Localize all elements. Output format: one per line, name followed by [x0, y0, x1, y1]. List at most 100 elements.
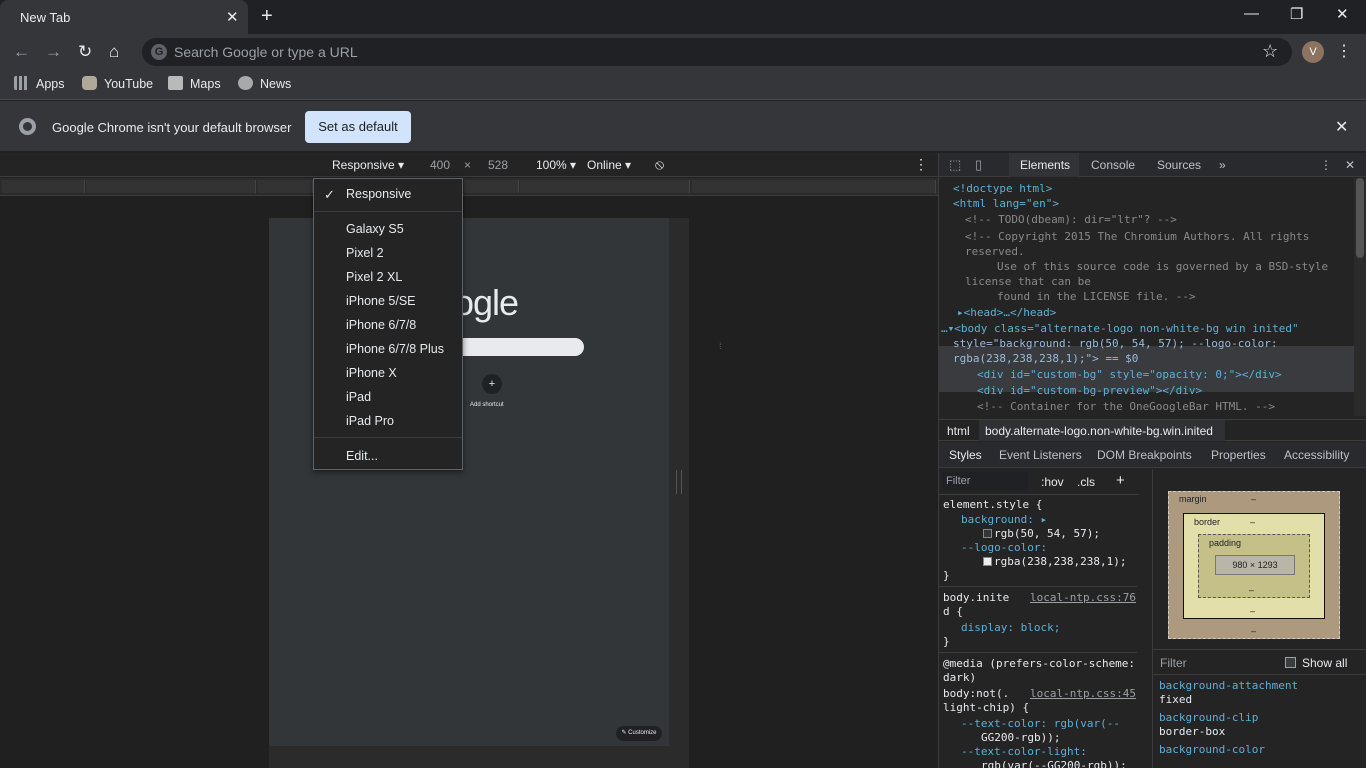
dom-line[interactable]: <!-- Copyright 2015 The Chromium Authors…: [965, 229, 1309, 244]
ruler-segment[interactable]: [86, 180, 256, 193]
dropdown-item-device[interactable]: iPad: [346, 390, 371, 404]
add-rule-icon[interactable]: +: [1116, 472, 1125, 489]
minimize-icon[interactable]: —: [1244, 5, 1259, 22]
stylesheet-link[interactable]: local-ntp.css:45: [1030, 687, 1136, 701]
box-model-margin[interactable]: margin – – border – – padding – 980 × 12…: [1168, 491, 1340, 639]
tab-close-icon[interactable]: ✕: [226, 8, 239, 26]
device-more-icon[interactable]: ⋮: [914, 156, 928, 173]
omnibox[interactable]: G Search Google or type a URL ☆: [142, 38, 1292, 66]
chrome-menu-icon[interactable]: ⋮: [1336, 41, 1352, 61]
ruler-segment[interactable]: [2, 180, 85, 193]
tab-event-listeners[interactable]: Event Listeners: [999, 448, 1082, 462]
dom-line[interactable]: <div id="custom-bg" style="opacity: 0;">…: [977, 367, 1282, 382]
zoom-select[interactable]: 100% ▾: [536, 158, 576, 172]
style-value[interactable]: rgb(50, 54, 57);: [983, 527, 1100, 541]
resize-handle[interactable]: [676, 470, 682, 494]
style-property[interactable]: --logo-color:: [961, 541, 1047, 555]
forward-icon[interactable]: →: [45, 42, 62, 62]
style-property[interactable]: background: ▸: [961, 513, 1047, 527]
dom-line-selected[interactable]: …▾<body class="alternate-logo non-white-…: [941, 321, 1299, 336]
style-property[interactable]: display: block;: [961, 621, 1060, 635]
dom-line[interactable]: <!doctype html>: [953, 181, 1052, 196]
dom-line[interactable]: <!-- Container for the OneGoogleBar HTML…: [977, 399, 1275, 414]
throttle-select[interactable]: Online ▾: [587, 158, 631, 172]
crumb-body[interactable]: body.alternate-logo.non-white-bg.win.ini…: [985, 424, 1213, 438]
style-property[interactable]: --text-color: rgb(var(--: [961, 717, 1120, 731]
hov-toggle[interactable]: :hov: [1041, 475, 1064, 489]
dom-line[interactable]: reserved.: [965, 244, 1025, 259]
dom-line[interactable]: <div id="custom-bg-preview"></div>: [977, 383, 1202, 398]
box-model-border[interactable]: border – – padding – 980 × 1293: [1183, 513, 1325, 619]
new-tab-button[interactable]: +: [261, 5, 273, 28]
dropdown-item-edit[interactable]: Edit...: [346, 449, 378, 463]
style-value[interactable]: rgba(238,238,238,1);: [983, 555, 1126, 569]
infobar-close-icon[interactable]: ✕: [1335, 117, 1348, 137]
dropdown-item-device[interactable]: iPhone 6/7/8 Plus: [346, 342, 444, 356]
mic-icon[interactable]: ⁞: [719, 341, 722, 351]
dropdown-item-device[interactable]: iPhone 6/7/8: [346, 318, 416, 332]
device-resize-bottom[interactable]: [269, 746, 689, 768]
bookmark-star-icon[interactable]: ☆: [1262, 41, 1278, 62]
ruler-segment[interactable]: [520, 180, 690, 193]
tab-elements[interactable]: Elements: [1020, 158, 1070, 172]
bookmark-apps[interactable]: Apps: [14, 76, 65, 91]
add-shortcut-icon[interactable]: +: [482, 374, 502, 394]
back-icon[interactable]: ←: [13, 42, 30, 62]
device-select[interactable]: Responsive ▾: [332, 158, 404, 172]
more-tabs-icon[interactable]: »: [1219, 158, 1226, 172]
window-close-icon[interactable]: ✕: [1336, 5, 1349, 23]
cls-toggle[interactable]: .cls: [1077, 475, 1095, 489]
dropdown-item-responsive[interactable]: Responsive: [346, 187, 411, 201]
ruler-segment[interactable]: [464, 180, 519, 193]
ruler-segment[interactable]: [258, 180, 313, 193]
home-icon[interactable]: ⌂: [109, 42, 119, 62]
tab-properties[interactable]: Properties: [1211, 448, 1266, 462]
color-swatch[interactable]: [983, 529, 992, 538]
bookmark-maps[interactable]: Maps: [168, 76, 221, 91]
dom-tree[interactable]: <!doctype html> <html lang="en"> <!-- TO…: [939, 178, 1366, 418]
devtools-close-icon[interactable]: ✕: [1345, 158, 1355, 172]
show-all-checkbox[interactable]: [1285, 657, 1296, 668]
tab-accessibility[interactable]: Accessibility: [1284, 448, 1349, 462]
reload-icon[interactable]: ↻: [78, 42, 92, 62]
tab-styles[interactable]: Styles: [949, 448, 982, 462]
height-input[interactable]: 528: [488, 158, 508, 172]
avatar[interactable]: V: [1302, 41, 1324, 63]
tab-console[interactable]: Console: [1091, 158, 1135, 172]
dropdown-item-device[interactable]: Galaxy S5: [346, 222, 404, 236]
styles-filter-input[interactable]: Filter: [942, 472, 1028, 491]
dropdown-item-device[interactable]: iPad Pro: [346, 414, 394, 428]
device-toggle-icon[interactable]: ▯: [975, 157, 982, 173]
tab-new-tab[interactable]: New Tab ✕: [0, 0, 248, 34]
dom-line[interactable]: license that can be: [965, 274, 1091, 289]
computed-property[interactable]: background-color: [1159, 743, 1265, 757]
dropdown-item-device[interactable]: Pixel 2 XL: [346, 270, 402, 284]
media-query-ruler[interactable]: [0, 178, 938, 196]
dom-line[interactable]: <html lang="en">: [953, 196, 1059, 211]
devtools-menu-icon[interactable]: ⋮: [1320, 158, 1332, 172]
bookmark-news[interactable]: News: [238, 76, 291, 91]
style-value[interactable]: GG200-rgb));: [981, 731, 1060, 745]
box-model-padding[interactable]: padding – 980 × 1293: [1198, 534, 1310, 598]
restore-icon[interactable]: ❐: [1290, 5, 1303, 23]
crumb-html[interactable]: html: [947, 424, 970, 438]
tab-dom-breakpoints[interactable]: DOM Breakpoints: [1097, 448, 1192, 462]
dom-line[interactable]: Use of this source code is governed by a…: [997, 259, 1328, 274]
width-input[interactable]: 400: [430, 158, 450, 172]
computed-property[interactable]: background-clip: [1159, 711, 1258, 725]
computed-filter-input[interactable]: Filter: [1160, 656, 1187, 670]
dom-line[interactable]: <!-- TODO(dbeam): dir="ltr"? -->: [965, 212, 1177, 227]
dom-line[interactable]: rgba(238,238,238,1);"> == $0: [953, 351, 1138, 366]
inspect-element-icon[interactable]: ⬚: [949, 157, 961, 173]
style-property[interactable]: --text-color-light:: [961, 745, 1087, 759]
dropdown-item-device[interactable]: iPhone 5/SE: [346, 294, 416, 308]
dom-line[interactable]: ▸<head>…</head>: [957, 305, 1056, 320]
computed-property[interactable]: background-attachment: [1159, 679, 1298, 693]
scrollbar-thumb[interactable]: [1356, 178, 1364, 258]
dom-scrollbar[interactable]: [1354, 178, 1366, 416]
dom-line[interactable]: style="background: rgb(50, 54, 57); --lo…: [953, 336, 1278, 351]
dropdown-item-device[interactable]: iPhone X: [346, 366, 397, 380]
box-model-content[interactable]: 980 × 1293: [1215, 555, 1295, 575]
customize-button[interactable]: ✎ Customize: [616, 726, 662, 741]
bookmark-youtube[interactable]: YouTube: [82, 76, 153, 91]
